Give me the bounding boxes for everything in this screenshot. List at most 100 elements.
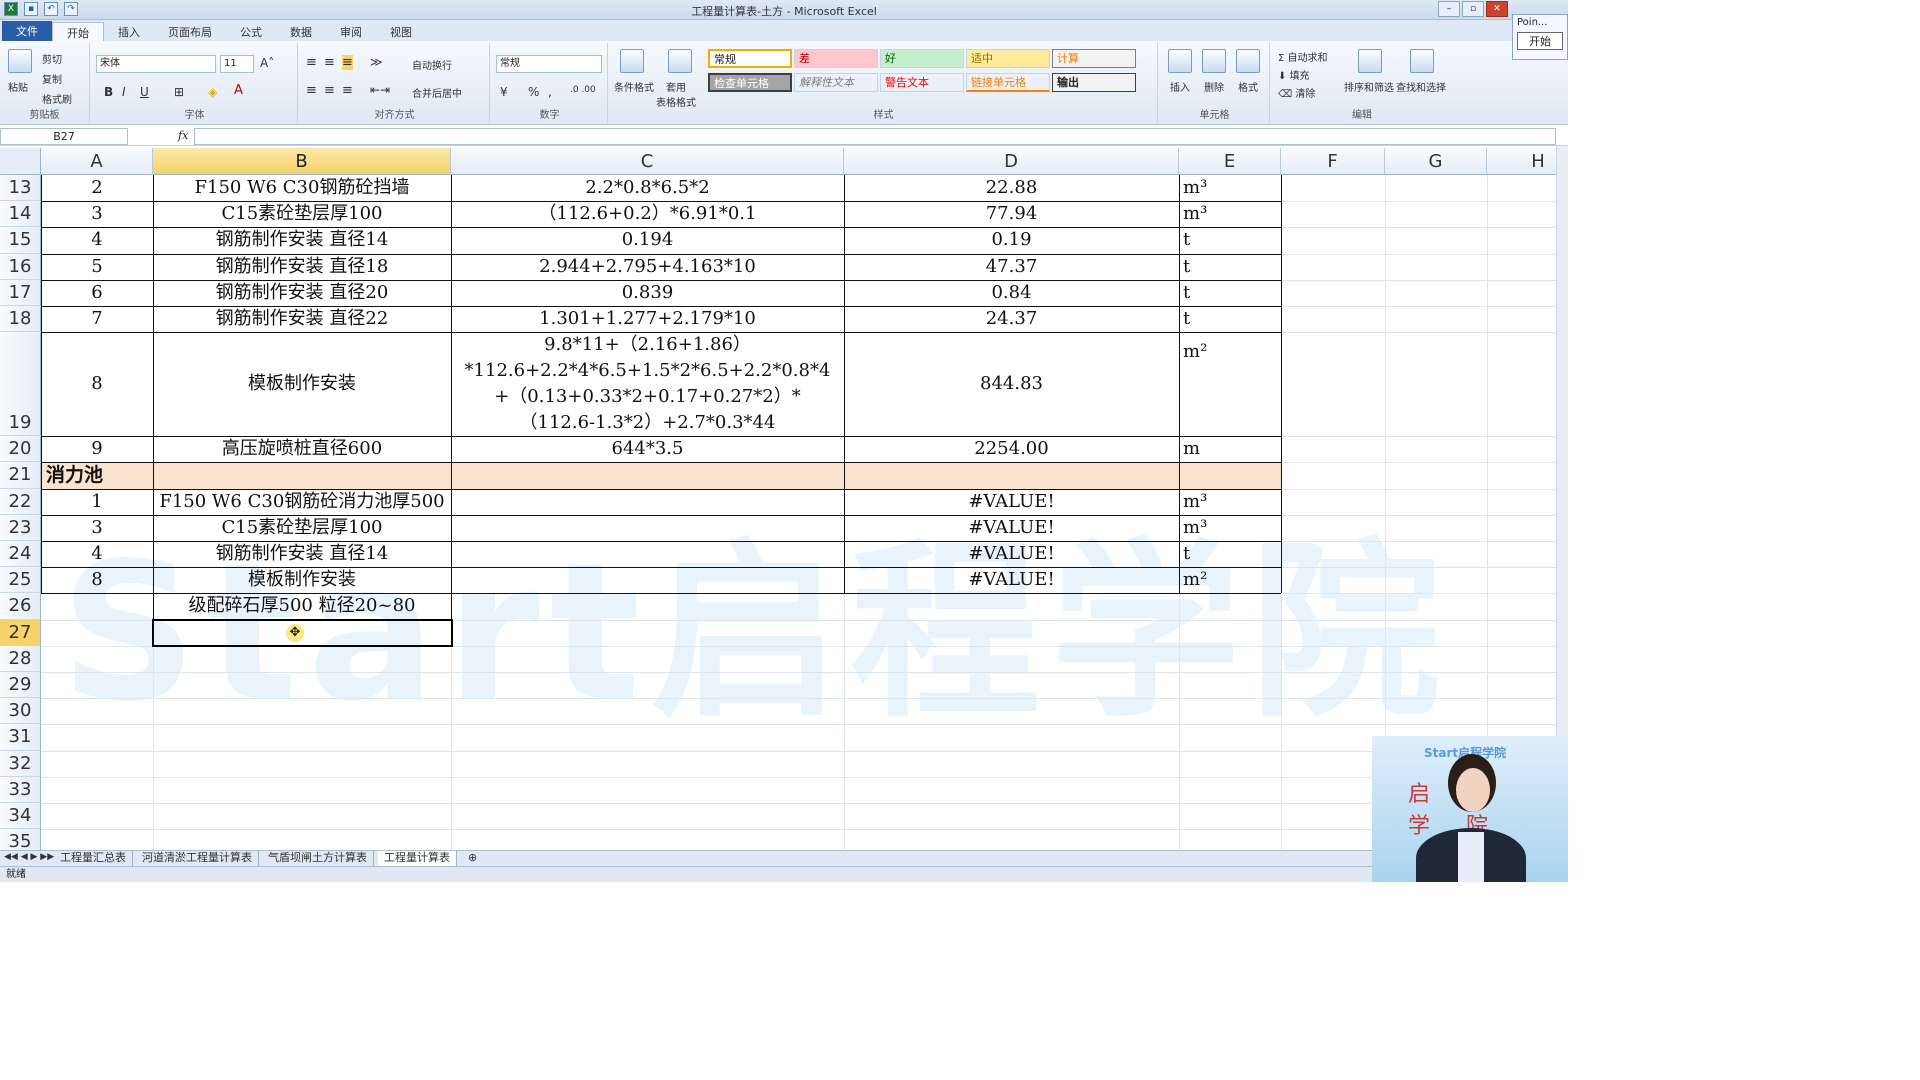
align-middle-icon[interactable]: ≡ bbox=[324, 55, 335, 70]
conditional-format-icon[interactable] bbox=[620, 49, 644, 73]
minimize-icon[interactable]: – bbox=[1438, 1, 1460, 17]
cell-e13[interactable]: m³ bbox=[1179, 175, 1281, 201]
merge-center-button[interactable]: 合并后居中 bbox=[412, 85, 462, 100]
decimal-icon[interactable]: .0 .00 bbox=[570, 85, 596, 95]
row-header-17[interactable]: 17 bbox=[0, 279, 41, 306]
column-header-c[interactable]: C bbox=[451, 148, 844, 175]
cell-d18[interactable]: 24.37 bbox=[844, 306, 1179, 332]
cell-a15[interactable]: 4 bbox=[41, 227, 153, 253]
cell-d23[interactable]: #VALUE! bbox=[844, 515, 1179, 541]
cell-a14[interactable]: 3 bbox=[41, 201, 153, 227]
cell-formula-line[interactable]: （112.6-1.3*2）+2.7*0.3*44 bbox=[451, 410, 844, 436]
style-neutral[interactable]: 适中 bbox=[966, 49, 1050, 68]
new-sheet-icon[interactable]: ⊕ bbox=[462, 851, 483, 866]
style-bad[interactable]: 差 bbox=[794, 49, 878, 68]
cell-a23[interactable]: 3 bbox=[41, 515, 153, 541]
sort-filter-button[interactable]: 排序和筛选 bbox=[1344, 79, 1394, 94]
row-header-33[interactable]: 33 bbox=[0, 776, 41, 803]
cell-a16[interactable]: 5 bbox=[41, 254, 153, 280]
delete-cells-icon[interactable] bbox=[1202, 49, 1226, 73]
row-header-28[interactable]: 28 bbox=[0, 645, 41, 672]
cell-formula-line[interactable]: 9.8*11+（2.16+1.86） bbox=[451, 332, 844, 358]
sort-filter-icon[interactable] bbox=[1358, 49, 1382, 73]
cell-e16[interactable]: t bbox=[1179, 254, 1281, 280]
cell-e26[interactable] bbox=[1179, 593, 1281, 619]
style-explanatory[interactable]: 解释性文本 bbox=[794, 73, 878, 92]
cell-d25[interactable]: #VALUE! bbox=[844, 567, 1179, 593]
row-header-23[interactable]: 23 bbox=[0, 514, 41, 541]
tab-page-layout[interactable]: 页面布局 bbox=[154, 22, 226, 41]
font-color-icon[interactable]: A bbox=[234, 83, 243, 98]
style-linked-cell[interactable]: 链接单元格 bbox=[966, 73, 1050, 92]
paste-button[interactable]: 粘贴 bbox=[8, 79, 28, 94]
style-normal[interactable]: 常规 bbox=[708, 49, 792, 68]
row-header-24[interactable]: 24 bbox=[0, 541, 41, 568]
tab-data[interactable]: 数据 bbox=[276, 22, 326, 41]
row-header-30[interactable]: 30 bbox=[0, 698, 41, 725]
currency-icon[interactable]: ¥ bbox=[500, 85, 508, 99]
row-header-27[interactable]: 27 bbox=[0, 619, 41, 646]
cell-c14[interactable]: （112.6+0.2）*6.91*0.1 bbox=[451, 201, 844, 227]
row-header-22[interactable]: 22 bbox=[0, 488, 41, 515]
cell-d24[interactable]: #VALUE! bbox=[844, 541, 1179, 567]
copy-button[interactable]: 复制 bbox=[42, 71, 62, 86]
font-name-select[interactable]: 宋体 bbox=[96, 55, 216, 73]
cell-c26[interactable] bbox=[451, 593, 844, 619]
italic-icon[interactable]: I bbox=[122, 85, 126, 99]
cell-c15[interactable]: 0.194 bbox=[451, 227, 844, 253]
conditional-format-button[interactable]: 条件格式 bbox=[614, 79, 654, 94]
column-header-h[interactable]: H bbox=[1487, 148, 1556, 175]
cell-b15[interactable]: 钢筋制作安装 直径14 bbox=[153, 227, 451, 253]
paste-icon[interactable] bbox=[8, 49, 32, 73]
cell-a26[interactable] bbox=[41, 593, 153, 619]
row-header-14[interactable]: 14 bbox=[0, 201, 41, 228]
number-format-select[interactable]: 常规 bbox=[496, 55, 602, 73]
cell-a19[interactable]: 8 bbox=[41, 332, 153, 436]
row-header-19[interactable]: 19 bbox=[0, 332, 41, 437]
cell-e23[interactable]: m³ bbox=[1179, 515, 1281, 541]
row-header-26[interactable]: 26 bbox=[0, 593, 41, 620]
row-header-18[interactable]: 18 bbox=[0, 306, 41, 333]
cell-d14[interactable]: 77.94 bbox=[844, 201, 1179, 227]
style-check-cell[interactable]: 检查单元格 bbox=[708, 73, 792, 92]
row-header-35[interactable]: 35 bbox=[0, 829, 41, 850]
underline-icon[interactable]: U bbox=[140, 85, 149, 99]
cell-c23[interactable] bbox=[451, 515, 844, 541]
column-header-d[interactable]: D bbox=[844, 148, 1179, 175]
cell-b25[interactable]: 模板制作安装 bbox=[153, 567, 451, 593]
binoculars-icon[interactable] bbox=[1410, 49, 1434, 73]
column-header-a[interactable]: A bbox=[41, 148, 153, 175]
cell-c16[interactable]: 2.944+2.795+4.163*10 bbox=[451, 254, 844, 280]
cell-e24[interactable]: t bbox=[1179, 541, 1281, 567]
cell-a13[interactable]: 2 bbox=[41, 175, 153, 201]
cell-e19[interactable]: m² bbox=[1179, 332, 1281, 436]
cell-d17[interactable]: 0.84 bbox=[844, 280, 1179, 306]
cell-b24[interactable]: 钢筋制作安装 直径14 bbox=[153, 541, 451, 567]
restore-icon[interactable]: ▫ bbox=[1462, 1, 1484, 17]
row-header-21[interactable]: 21 bbox=[0, 462, 41, 489]
sheet-nav-icon[interactable]: ◀◀ ◀ ▶ ▶▶ bbox=[4, 852, 54, 862]
cell-c22[interactable] bbox=[451, 489, 844, 515]
cut-button[interactable]: 剪切 bbox=[42, 51, 62, 66]
find-select-button[interactable]: 查找和选择 bbox=[1396, 79, 1446, 94]
percent-icon[interactable]: % bbox=[528, 85, 539, 99]
clear-button[interactable]: ⌫ 清除 bbox=[1278, 85, 1315, 100]
fx-icon[interactable]: fx bbox=[178, 129, 188, 142]
cell-c13[interactable]: 2.2*0.8*6.5*2 bbox=[451, 175, 844, 201]
cell-d26[interactable] bbox=[844, 593, 1179, 619]
cell-d22[interactable]: #VALUE! bbox=[844, 489, 1179, 515]
cell-d20[interactable]: 2254.00 bbox=[844, 436, 1179, 462]
cell-b17[interactable]: 钢筋制作安装 直径20 bbox=[153, 280, 451, 306]
cell-e25[interactable]: m² bbox=[1179, 567, 1281, 593]
cell-formula-line[interactable]: *112.6+2.2*4*6.5+1.5*2*6.5+2.2*0.8*4 bbox=[451, 358, 844, 384]
row-header-32[interactable]: 32 bbox=[0, 750, 41, 777]
cell-c17[interactable]: 0.839 bbox=[451, 280, 844, 306]
tab-formulas[interactable]: 公式 bbox=[226, 22, 276, 41]
column-header-f[interactable]: F bbox=[1281, 148, 1385, 175]
cell-c18[interactable]: 1.301+1.277+2.179*10 bbox=[451, 306, 844, 332]
format-button[interactable]: 格式 bbox=[1238, 79, 1258, 94]
column-header-e[interactable]: E bbox=[1179, 148, 1281, 175]
tab-view[interactable]: 视图 bbox=[376, 22, 426, 41]
cell-a25[interactable]: 8 bbox=[41, 567, 153, 593]
cell-d15[interactable]: 0.19 bbox=[844, 227, 1179, 253]
